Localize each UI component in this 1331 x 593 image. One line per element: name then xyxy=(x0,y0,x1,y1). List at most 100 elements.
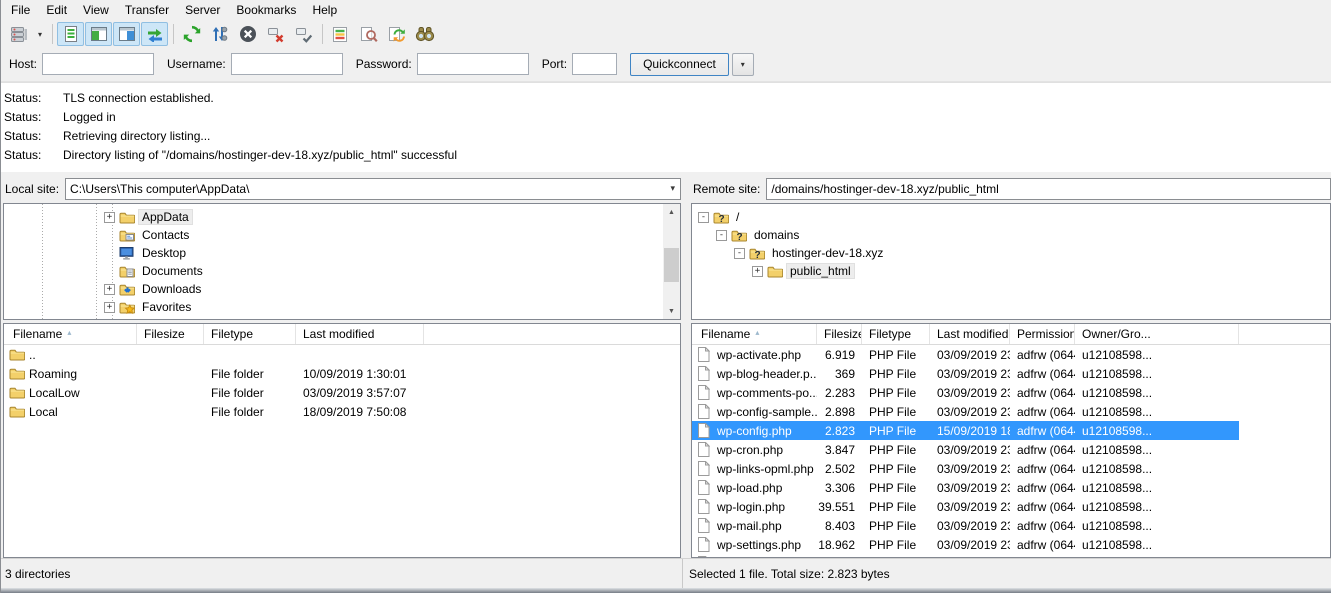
column-header[interactable]: Filesize xyxy=(137,324,204,344)
file-search-button[interactable] xyxy=(355,22,382,46)
file-row[interactable] xyxy=(692,554,1239,557)
column-header[interactable]: Owner/Gro... xyxy=(1075,324,1239,344)
tree-item[interactable]: -?hostinger-dev-18.xyz xyxy=(692,244,1330,262)
file-row[interactable]: LocalFile folder18/09/2019 7:50:08 xyxy=(4,402,424,421)
host-input[interactable] xyxy=(42,53,154,75)
tree-item[interactable]: Desktop xyxy=(4,244,680,262)
remote-file-list-body[interactable]: wp-activate.php6.919PHP File03/09/2019 2… xyxy=(692,345,1330,557)
tree-item[interactable]: +AppData xyxy=(4,208,680,226)
tree-expander-plus-icon[interactable]: + xyxy=(752,266,763,277)
site-manager-button[interactable] xyxy=(5,22,32,46)
site-manager-dropdown-button[interactable]: ▾ xyxy=(33,22,47,46)
menu-view[interactable]: View xyxy=(75,0,117,21)
find-files-button[interactable] xyxy=(411,22,438,46)
local-file-list-body[interactable]: ..RoamingFile folder10/09/2019 1:30:01Lo… xyxy=(4,345,680,557)
file-row[interactable]: .. xyxy=(4,345,424,364)
file-row[interactable]: wp-load.php3.306PHP File03/09/2019 23:..… xyxy=(692,478,1239,497)
file-row[interactable]: LocalLowFile folder03/09/2019 3:57:07 xyxy=(4,383,424,402)
tree-expander-minus-icon[interactable]: - xyxy=(734,248,745,259)
remote-site-path-combobox[interactable]: /domains/hostinger-dev-18.xyz/public_htm… xyxy=(766,178,1331,200)
folder-icon xyxy=(9,386,26,399)
tree-item[interactable]: +Downloads xyxy=(4,280,680,298)
file-name-cell: wp-config-sample... xyxy=(692,404,817,419)
column-header[interactable]: Last modified xyxy=(930,324,1010,344)
tree-item[interactable]: +public_html xyxy=(692,262,1330,280)
file-row[interactable]: wp-config-sample...2.898PHP File03/09/20… xyxy=(692,402,1239,421)
reconnect-button[interactable] xyxy=(290,22,317,46)
scrollbar-thumb[interactable] xyxy=(664,248,679,282)
remote-site-path: /domains/hostinger-dev-18.xyz/public_htm… xyxy=(771,182,998,196)
file-size-cell: 18.962 xyxy=(817,538,862,552)
tree-expander-plus-icon[interactable]: + xyxy=(104,302,115,313)
file-type-cell: File folder xyxy=(204,386,296,400)
tree-item-label: Favorites xyxy=(139,300,194,314)
file-type-cell: PHP File xyxy=(862,538,930,552)
password-input[interactable] xyxy=(417,53,529,75)
toggle-message-log-button[interactable] xyxy=(57,22,84,46)
file-modified-cell: 03/09/2019 23:... xyxy=(930,386,1010,400)
column-header-label: Filename xyxy=(13,327,62,341)
file-row[interactable]: wp-blog-header.p...369PHP File03/09/2019… xyxy=(692,364,1239,383)
file-row[interactable]: wp-config.php2.823PHP File15/09/2019 18:… xyxy=(692,421,1239,440)
vertical-scrollbar[interactable]: ▲ ▼ xyxy=(663,204,680,319)
tree-item[interactable]: Documents xyxy=(4,262,680,280)
file-row[interactable]: wp-login.php39.551PHP File03/09/2019 23:… xyxy=(692,497,1239,516)
directory-filter-button[interactable] xyxy=(327,22,354,46)
disconnect-button[interactable] xyxy=(262,22,289,46)
window-bottom-edge xyxy=(1,588,1331,593)
column-header-label: Filesize xyxy=(824,327,862,341)
port-input[interactable] xyxy=(572,53,617,75)
folder-icon xyxy=(119,211,136,224)
file-row[interactable]: wp-settings.php18.962PHP File03/09/2019 … xyxy=(692,535,1239,554)
local-site-path-combobox[interactable]: C:\Users\This computer\AppData\ ▾ xyxy=(65,178,681,200)
file-row[interactable]: RoamingFile folder10/09/2019 1:30:01 xyxy=(4,364,424,383)
file-row[interactable]: wp-mail.php8.403PHP File03/09/2019 23:..… xyxy=(692,516,1239,535)
file-row[interactable]: wp-cron.php3.847PHP File03/09/2019 23:..… xyxy=(692,440,1239,459)
column-header[interactable]: Filesize xyxy=(817,324,862,344)
refresh-button[interactable] xyxy=(178,22,205,46)
scroll-up-button[interactable]: ▲ xyxy=(663,204,680,220)
cancel-button[interactable] xyxy=(234,22,261,46)
menu-file[interactable]: File xyxy=(3,0,38,21)
process-queue-button[interactable] xyxy=(206,22,233,46)
tree-item[interactable]: + Favorites xyxy=(4,298,680,316)
quickconnect-button[interactable]: Quickconnect xyxy=(630,53,729,76)
menu-server[interactable]: Server xyxy=(177,0,228,21)
column-header[interactable]: Permissions xyxy=(1010,324,1075,344)
file-modified-cell: 15/09/2019 18:... xyxy=(930,424,1010,438)
column-header-label: Permissions xyxy=(1017,327,1075,341)
file-size-cell: 2.283 xyxy=(817,386,862,400)
file-type-cell: PHP File xyxy=(862,462,930,476)
port-label: Port: xyxy=(542,57,567,71)
column-header[interactable]: Filename▴ xyxy=(692,324,817,344)
tree-item[interactable]: -?domains xyxy=(692,226,1330,244)
status-log-line: Status:Retrieving directory listing... xyxy=(1,126,1331,145)
tree-item[interactable]: -?/ xyxy=(692,208,1330,226)
tree-expander-plus-icon[interactable]: + xyxy=(104,284,115,295)
toggle-remote-tree-button[interactable] xyxy=(113,22,140,46)
remote-site-bar: Remote site: /domains/hostinger-dev-18.x… xyxy=(691,178,1331,200)
toggle-transfer-queue-button[interactable] xyxy=(141,22,168,46)
tree-expander-plus-icon[interactable]: + xyxy=(104,212,115,223)
tree-expander-minus-icon[interactable]: - xyxy=(716,230,727,241)
file-name: wp-blog-header.p... xyxy=(717,367,817,381)
column-header[interactable]: Last modified xyxy=(296,324,424,344)
toggle-local-tree-button[interactable] xyxy=(85,22,112,46)
tree-item[interactable]: Contacts xyxy=(4,226,680,244)
menu-transfer[interactable]: Transfer xyxy=(117,0,177,21)
username-input[interactable] xyxy=(231,53,343,75)
file-row[interactable]: wp-activate.php6.919PHP File03/09/2019 2… xyxy=(692,345,1239,364)
scroll-down-button[interactable]: ▼ xyxy=(663,303,680,319)
quickconnect-dropdown-button[interactable]: ▾ xyxy=(732,53,754,76)
file-row[interactable]: wp-comments-po...2.283PHP File03/09/2019… xyxy=(692,383,1239,402)
tree-expander-minus-icon[interactable]: - xyxy=(698,212,709,223)
menu-help[interactable]: Help xyxy=(304,0,345,21)
column-header[interactable]: Filetype xyxy=(204,324,296,344)
column-header[interactable]: Filetype xyxy=(862,324,930,344)
file-row[interactable]: wp-links-opml.php2.502PHP File03/09/2019… xyxy=(692,459,1239,478)
file-name-cell: wp-cron.php xyxy=(692,442,817,457)
directory-comparison-button[interactable] xyxy=(383,22,410,46)
menu-edit[interactable]: Edit xyxy=(38,0,75,21)
column-header[interactable]: Filename▴ xyxy=(4,324,137,344)
menu-bookmarks[interactable]: Bookmarks xyxy=(228,0,304,21)
